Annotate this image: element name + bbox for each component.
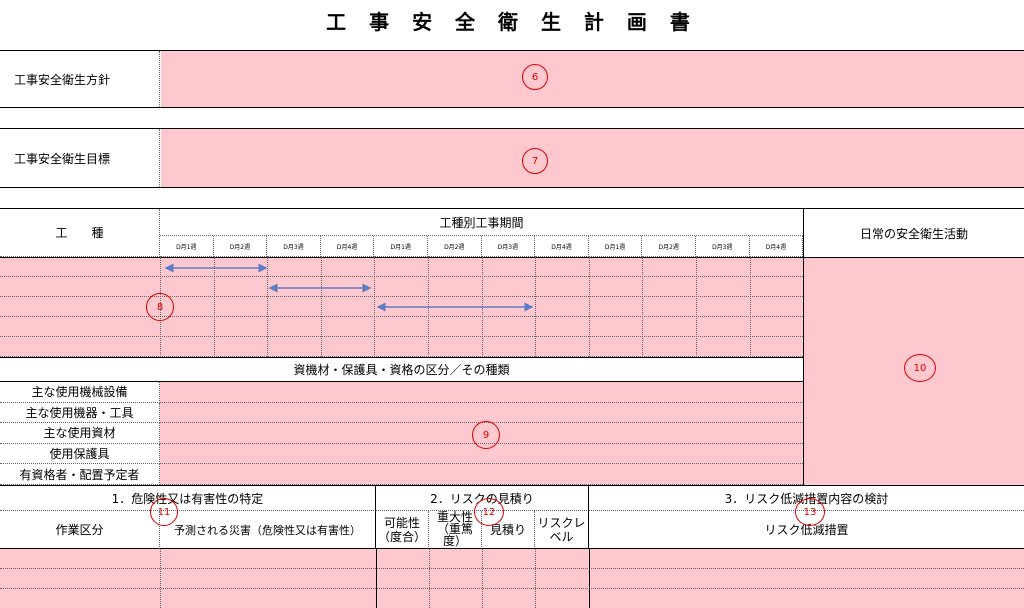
daily-activity-header: 日常の安全衛生活動 — [803, 209, 1024, 257]
period-header: 工種別工事期間 — [160, 209, 803, 236]
risk-col-line — [482, 549, 483, 608]
section-hazard-identification: 1．危険性又は有害性の特定 — [0, 485, 376, 511]
work-type-header: 工 種 — [0, 209, 160, 257]
risk-col-line — [589, 549, 590, 608]
week-cell: D月3週 — [481, 236, 536, 257]
week-cell: D月1週 — [374, 236, 428, 257]
risk-col-line — [376, 549, 377, 608]
schedule-arrows — [164, 263, 534, 312]
materials-row-field[interactable] — [160, 382, 803, 403]
policy-label: 工事安全衛生方針 — [0, 51, 160, 107]
materials-row-field[interactable] — [160, 464, 803, 485]
risk-col-line — [160, 549, 161, 608]
risk-body[interactable] — [0, 549, 1024, 608]
marker-9: 9 — [472, 421, 500, 449]
materials-row-label: 主な使用機器・工具 — [0, 402, 160, 424]
week-cell: D月4週 — [320, 236, 375, 257]
materials-row-label: 使用保護具 — [0, 443, 160, 465]
risk-row-line — [0, 568, 1024, 569]
goal-label: 工事安全衛生目標 — [0, 129, 160, 187]
materials-header: 資機材・保護具・資格の区分／その種類 — [0, 357, 803, 382]
materials-row-label: 主な使用資材 — [0, 423, 160, 444]
col-work-division: 作業区分 — [0, 511, 160, 549]
week-cell: D月2週 — [642, 236, 696, 257]
risk-col-line — [535, 549, 536, 608]
page-title: 工 事 安 全 衛 生 計 画 書 — [326, 10, 698, 34]
materials-row-field[interactable] — [160, 402, 803, 424]
col-likelihood: 可能性（度合） — [376, 511, 429, 549]
risk-row-line — [0, 588, 1024, 589]
marker-11: 11 — [150, 498, 178, 526]
marker-13: 13 — [795, 498, 825, 526]
week-cell: D月4週 — [535, 236, 589, 257]
week-cell: D月2週 — [213, 236, 268, 257]
marker-6: 6 — [522, 64, 548, 90]
marker-12: 12 — [474, 498, 504, 526]
week-cell: D月3週 — [696, 236, 750, 257]
col-risk-level: リスクレベル — [535, 511, 589, 549]
week-cell: D月2週 — [428, 236, 482, 257]
marker-10: 10 — [904, 354, 936, 382]
marker-7: 7 — [522, 148, 548, 174]
materials-row-label: 有資格者・配置予定者 — [0, 464, 160, 485]
week-cell: D月1週 — [588, 236, 643, 257]
week-cell: D月1週 — [160, 236, 214, 257]
marker-8: 8 — [146, 293, 174, 321]
risk-col-line — [429, 549, 430, 608]
goal-field[interactable] — [161, 129, 1024, 187]
col-predicted-hazard: 予測される災害（危険性又は有害性） — [160, 511, 376, 549]
week-cell: D月4週 — [749, 236, 804, 257]
materials-row-label: 主な使用機械設備 — [0, 382, 160, 403]
week-cell: D月3週 — [267, 236, 321, 257]
policy-field[interactable] — [161, 51, 1024, 107]
